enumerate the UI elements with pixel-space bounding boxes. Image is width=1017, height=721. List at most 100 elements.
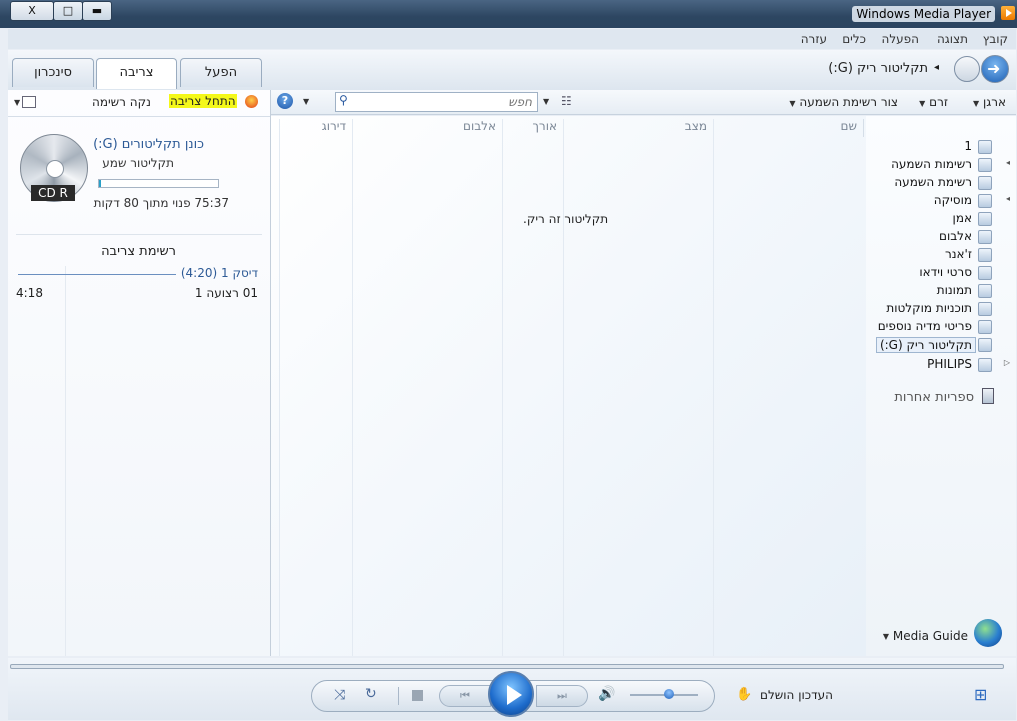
repeat-button[interactable]: ↻ <box>365 686 377 702</box>
other-libraries-icon <box>982 388 994 404</box>
burn-list-divider <box>65 266 66 656</box>
close-button[interactable]: X <box>10 1 54 21</box>
tab-play[interactable]: הפעל <box>180 58 262 87</box>
library-tree-item[interactable]: רשימת השמעה <box>866 174 1016 191</box>
divider <box>398 687 399 705</box>
other-libraries[interactable]: ספריות אחרות <box>894 390 974 405</box>
tab-burn[interactable]: צריבה <box>96 58 177 89</box>
menu-play[interactable]: הפעלה <box>881 32 919 46</box>
library-tree-item[interactable]: רשימות השמעה ◂ <box>866 156 1016 173</box>
menu-bar: קובץ תצוגה הפעלה כלים עזרה <box>8 29 1016 49</box>
seek-bar[interactable] <box>10 664 1004 669</box>
library-tree-item[interactable]: סרטי וידאו <box>866 264 1016 281</box>
library-tree-label: אלבום <box>938 229 972 243</box>
library-tree-item[interactable]: תוכניות מוקלטות <box>866 300 1016 317</box>
view-options-dropdown[interactable]: ▼ <box>543 97 549 106</box>
library-tree-item[interactable]: אמן <box>866 210 1016 227</box>
back-arrow-icon: ➜ <box>987 59 1001 78</box>
column-name[interactable]: שם <box>714 119 864 137</box>
burn-list-title: רשימת צריבה <box>101 244 176 259</box>
column-length[interactable]: אורך <box>503 119 564 137</box>
search-options-dropdown[interactable]: ▼ <box>303 97 309 106</box>
library-tree-item[interactable]: אלבום <box>866 228 1016 245</box>
library-tree-label: תקליטור ריק (G:) <box>875 337 976 353</box>
help-button[interactable]: ? <box>277 93 293 109</box>
search-box[interactable]: ⚲ <box>335 92 538 112</box>
shuffle-button[interactable]: ⤨ <box>334 687 345 703</box>
search-icon[interactable]: ⚲ <box>339 93 348 107</box>
media-guide-link[interactable]: Media Guide <box>893 629 968 643</box>
library-tree-item[interactable]: PHILIPS ▷ <box>866 356 1016 373</box>
stream-menu[interactable]: ▼ זרם <box>919 95 948 109</box>
volume-thumb[interactable] <box>664 689 674 699</box>
library-tree-label: תוכניות מוקלטות <box>886 301 972 315</box>
library-tree-item[interactable]: פריטי מדיה נוספים <box>866 318 1016 335</box>
organize-label: ארגן <box>982 95 1006 109</box>
search-input[interactable] <box>354 94 534 110</box>
menu-file[interactable]: קובץ <box>983 32 1008 46</box>
blank-disc-icon <box>978 338 992 352</box>
forward-button[interactable] <box>954 56 980 82</box>
create-playlist-label: צור רשימת השמעה <box>799 95 898 109</box>
library-tree-label: רשימות השמעה <box>891 157 972 171</box>
column-status[interactable]: מצב <box>564 119 714 137</box>
minimize-button[interactable]: ▬ <box>82 1 112 21</box>
back-button[interactable]: ➜ <box>981 55 1009 83</box>
artist-icon <box>978 212 992 226</box>
create-playlist-menu[interactable]: ▼ צור רשימת השמעה <box>789 95 898 109</box>
burn-list-item[interactable]: 4:18 01 רצועה 1 <box>8 286 270 304</box>
music-note-icon <box>978 194 992 208</box>
tab-sync[interactable]: סינכרון <box>12 58 94 87</box>
disc-capacity-bar <box>98 179 219 188</box>
menu-view[interactable]: תצוגה <box>937 32 968 46</box>
play-button[interactable] <box>488 671 534 717</box>
library-nav-pane: 1 רשימות השמעה ◂ רשימת השמעה מוסיקה ◂ אמן אלבום… <box>866 116 1016 656</box>
recorded-tv-icon <box>978 302 992 316</box>
expand-icon[interactable]: ▷ <box>1004 358 1010 367</box>
library-tree-item[interactable]: תקליטור ריק (G:) <box>866 336 1016 353</box>
library-tree-item[interactable]: מוסיקה ◂ <box>866 192 1016 209</box>
burn-options-icon <box>22 96 36 108</box>
mute-button[interactable]: 🔊 <box>598 686 615 702</box>
drive-name: כונן תקליטורים (G:) <box>93 137 204 152</box>
media-guide-dropdown[interactable]: ▼ <box>883 632 889 641</box>
library-tree-label: אמן <box>952 211 972 225</box>
library-tree-item[interactable]: תמונות <box>866 282 1016 299</box>
breadcrumb[interactable]: תקליטור ריק (G:) <box>828 61 928 76</box>
maximize-button[interactable]: □ <box>53 1 83 21</box>
start-burn-button[interactable]: התחל צריבה <box>169 94 237 108</box>
breadcrumb-arrow-icon: ◂ <box>933 62 939 73</box>
burn-options-dropdown-icon: ▼ <box>14 98 21 107</box>
expand-icon[interactable]: ◂ <box>1006 194 1010 203</box>
column-rating[interactable]: דירוג <box>279 119 353 137</box>
library-tree-item[interactable]: ז'אנר <box>866 246 1016 263</box>
expand-icon[interactable]: ◂ <box>1006 158 1010 167</box>
disc-capacity-fill <box>99 180 102 187</box>
disc-header-line <box>18 274 176 275</box>
wmp-logo-icon <box>1001 6 1015 20</box>
organize-menu[interactable]: ▼ ארגן <box>973 95 1006 109</box>
library-icon <box>978 140 992 154</box>
genre-icon <box>978 248 992 262</box>
menu-help[interactable]: עזרה <box>801 32 827 46</box>
previous-button[interactable]: ⏮ <box>439 685 491 707</box>
burn-options-button[interactable]: ▼ <box>14 96 36 108</box>
stop-button[interactable] <box>412 690 423 701</box>
menu-tools[interactable]: כלים <box>842 32 866 46</box>
library-tree-label: ז'אנר <box>944 247 972 261</box>
globe-icon[interactable] <box>974 619 1002 647</box>
library-tree-item[interactable]: 1 <box>866 138 1016 155</box>
next-button[interactable]: ⏭ <box>536 685 588 707</box>
status-icon: ✋ <box>736 687 753 702</box>
stream-label: זרם <box>929 95 948 109</box>
column-divider <box>279 119 280 656</box>
clear-list-button[interactable]: נקה רשימה <box>92 95 151 109</box>
column-divider <box>563 119 564 656</box>
library-tree-label: פריטי מדיה נוספים <box>877 319 972 333</box>
library-tree-label: 1 <box>964 139 972 153</box>
title-bar: X □ ▬ Windows Media Player <box>0 0 1017 28</box>
switch-to-now-playing-icon[interactable]: ⊞ <box>974 685 987 704</box>
view-options-icon[interactable]: ☷ <box>561 94 572 108</box>
column-album[interactable]: אלבום <box>353 119 503 137</box>
track-title: 01 רצועה 1 <box>194 286 258 300</box>
